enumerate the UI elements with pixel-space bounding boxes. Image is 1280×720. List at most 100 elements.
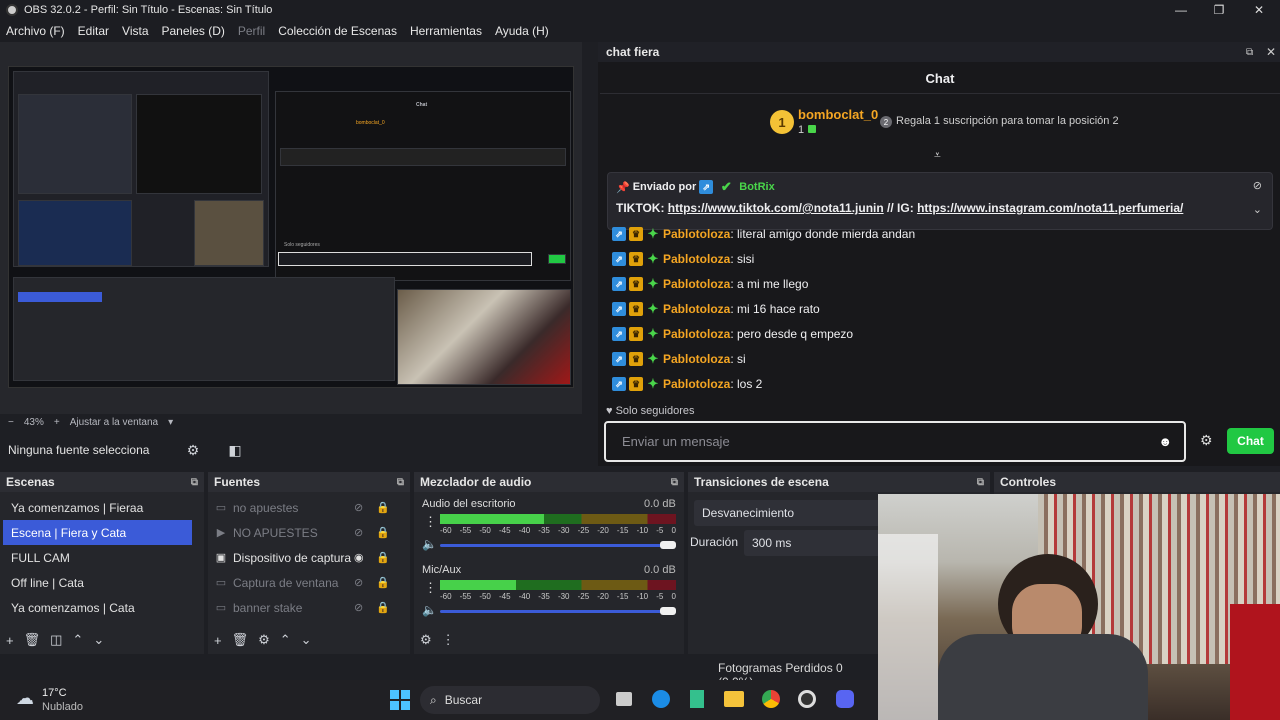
chat-username[interactable]: Pablotoloza — [663, 327, 730, 341]
menu-perfil[interactable]: Perfil — [238, 24, 265, 38]
hide-pin-icon[interactable]: ⊘ — [1253, 179, 1262, 192]
menu-paneles[interactable]: Paneles (D) — [162, 24, 225, 38]
eye-hidden-icon[interactable]: ⊘ — [354, 526, 363, 539]
mini-chat: Chat bomboclat_0 Solo seguidores — [275, 91, 571, 281]
popout-icon[interactable]: ⧉ — [397, 477, 404, 488]
chat-username[interactable]: Pablotoloza — [663, 277, 730, 291]
close-icon[interactable]: ✕ — [1266, 45, 1276, 59]
pinned-by[interactable]: BotRix — [739, 181, 774, 193]
windows-start-icon[interactable] — [390, 690, 410, 710]
volume-slider[interactable] — [440, 541, 676, 549]
zoom-in-button[interactable]: + — [54, 417, 60, 428]
menu-ayuda[interactable]: Ayuda (H) — [495, 24, 549, 38]
scale-tick: -20 — [597, 526, 609, 535]
instagram-link[interactable]: https://www.instagram.com/nota11.perfume… — [917, 201, 1183, 215]
pin-expand-icon[interactable]: ⩡ — [934, 148, 941, 163]
menu-vista[interactable]: Vista — [122, 24, 148, 38]
preview-canvas[interactable]: Chat bomboclat_0 Solo seguidores — [0, 42, 582, 414]
speaker-icon[interactable]: 🔈 — [422, 537, 437, 551]
menu-coleccion-escenas[interactable]: Colección de Escenas — [278, 24, 397, 38]
down-arrow-icon[interactable]: ⌄ — [301, 632, 312, 648]
scene-item[interactable]: FULL CAM — [3, 545, 192, 570]
scale-tick: -30 — [557, 592, 570, 601]
menu-dots-icon[interactable]: ⋮ — [424, 580, 437, 596]
menu-archivo[interactable]: Archivo (F) — [6, 24, 65, 38]
emoji-icon[interactable]: ☻ — [1158, 434, 1172, 449]
zoom-out-button[interactable]: − — [8, 417, 14, 428]
scene-item[interactable]: Escena | Fiera y Cata — [3, 520, 192, 545]
lock-icon[interactable]: 🔒 — [376, 551, 390, 564]
menu-dots-icon[interactable]: ⋮ — [424, 514, 437, 530]
maximize-button[interactable]: ❐ — [1204, 2, 1234, 18]
source-item[interactable]: ▭ no apuestes ⊘ 🔒 — [208, 495, 410, 520]
lock-icon[interactable]: 🔒 — [376, 576, 390, 589]
menu-editar[interactable]: Editar — [78, 24, 109, 38]
verified-icon: ✦ — [647, 251, 659, 266]
menu-dots-icon[interactable]: ⋮ — [442, 632, 455, 648]
taskbar-search[interactable]: ⌕ Buscar — [420, 686, 600, 714]
add-icon[interactable]: + — [214, 633, 222, 648]
chat-input[interactable]: Enviar un mensaje ☻ — [604, 421, 1186, 462]
chat-username[interactable]: Pablotoloza — [663, 252, 730, 266]
source-item[interactable]: ▭ banner stake ⊘ 🔒 — [208, 595, 410, 620]
slider-knob[interactable] — [660, 541, 676, 549]
task-view-icon[interactable] — [616, 692, 632, 706]
chrome-icon[interactable] — [762, 690, 780, 708]
edge-icon[interactable] — [652, 690, 670, 708]
gear-icon[interactable]: ⚙ — [258, 632, 270, 648]
popout-icon[interactable]: ⧉ — [977, 477, 984, 488]
transition-select[interactable]: Desvanecimiento — [694, 500, 894, 526]
scene-item[interactable]: Ya comenzamos | Cata — [3, 595, 192, 620]
eye-icon[interactable]: ◉ — [354, 551, 364, 564]
tiktok-link[interactable]: https://www.tiktok.com/@nota11.junin — [668, 201, 884, 215]
chat-username[interactable]: Pablotoloza — [663, 352, 730, 366]
gear-icon[interactable]: ⚙ — [178, 437, 208, 463]
close-button[interactable]: ✕ — [1244, 2, 1274, 18]
volume-slider[interactable] — [440, 607, 676, 615]
minimize-button[interactable]: — — [1166, 2, 1196, 18]
menu-herramientas[interactable]: Herramientas — [410, 24, 482, 38]
chat-username[interactable]: Pablotoloza — [663, 377, 730, 391]
eye-hidden-icon[interactable]: ⊘ — [354, 601, 363, 614]
chat-settings-icon[interactable]: ⚙ — [1200, 432, 1213, 449]
filters-icon[interactable]: ◧ — [220, 437, 250, 463]
scene-item[interactable]: Off line | Cata — [3, 570, 192, 595]
chevron-down-icon[interactable]: ▾ — [168, 417, 173, 428]
lock-icon[interactable]: 🔒 — [376, 601, 390, 614]
mixer-settings-icon[interactable]: ⚙ — [420, 632, 432, 648]
slider-knob[interactable] — [660, 607, 676, 615]
chat-username[interactable]: Pablotoloza — [663, 227, 730, 241]
lock-icon[interactable]: 🔒 — [376, 526, 390, 539]
source-item[interactable]: ▭ Captura de ventana ⊘ 🔒 — [208, 570, 410, 595]
channel-name: Mic/Aux — [422, 564, 462, 576]
up-arrow-icon[interactable]: ⌃ — [280, 632, 291, 648]
chat-send-button[interactable]: Chat — [1227, 428, 1274, 454]
app-icon[interactable] — [690, 690, 704, 708]
add-icon[interactable]: + — [6, 633, 14, 648]
gift-user[interactable]: bomboclat_0 — [798, 107, 878, 122]
trash-icon[interactable]: 🗑 — [24, 632, 41, 648]
bot-badge-icon: ⇗ — [612, 302, 626, 316]
source-item[interactable]: ▣ Dispositivo de captura ◉ 🔒 — [208, 545, 410, 570]
speaker-icon[interactable]: 🔈 — [422, 603, 437, 617]
chat-username[interactable]: Pablotoloza — [663, 302, 730, 316]
source-item[interactable]: ▶ NO APUESTES ⊘ 🔒 — [208, 520, 410, 545]
chevron-down-icon[interactable]: ⌄ — [1253, 203, 1262, 216]
duration-input[interactable]: 300 ms — [744, 530, 894, 556]
folder-icon[interactable] — [724, 691, 744, 707]
eye-hidden-icon[interactable]: ⊘ — [354, 576, 363, 589]
obs-taskbar-icon[interactable] — [798, 690, 816, 708]
eye-hidden-icon[interactable]: ⊘ — [354, 501, 363, 514]
down-arrow-icon[interactable]: ⌄ — [93, 632, 104, 648]
popout-icon[interactable]: ⧉ — [671, 477, 678, 488]
scene-item[interactable]: Ya comenzamos | Fieraa — [3, 495, 192, 520]
source-label: banner stake — [233, 600, 303, 615]
popout-icon[interactable]: ⧉ — [1246, 47, 1253, 58]
popout-icon[interactable]: ⧉ — [191, 477, 198, 488]
discord-icon[interactable] — [836, 690, 854, 708]
lock-icon[interactable]: 🔒 — [376, 501, 390, 514]
fit-window-select[interactable]: Ajustar a la ventana — [70, 417, 158, 428]
up-arrow-icon[interactable]: ⌃ — [72, 632, 83, 648]
scene-filters-icon[interactable]: ◫ — [50, 632, 62, 648]
trash-icon[interactable]: 🗑 — [232, 632, 249, 648]
